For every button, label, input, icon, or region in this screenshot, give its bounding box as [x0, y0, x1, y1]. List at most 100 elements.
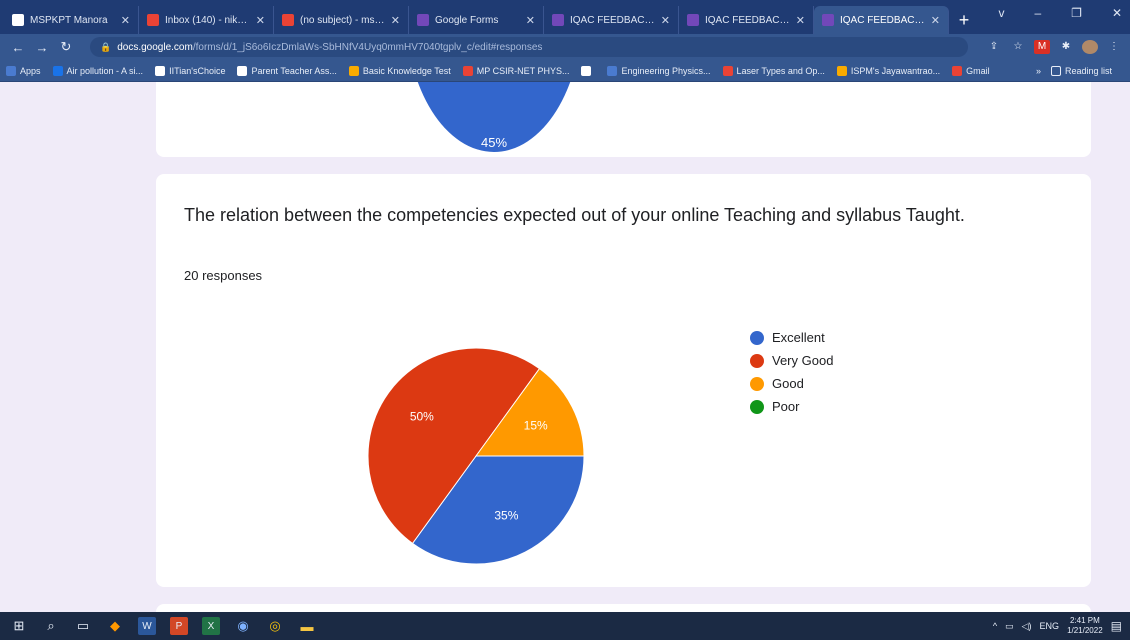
word-icon[interactable]: W — [138, 617, 156, 635]
tab-close-icon[interactable]: ✕ — [121, 14, 130, 27]
bookmark-item[interactable]: Engineering Physics... — [607, 65, 711, 76]
chrome-icon[interactable]: ◎ — [266, 617, 284, 635]
tab-close-icon[interactable]: ✕ — [931, 14, 940, 27]
legend-swatch — [750, 330, 764, 345]
forward-icon[interactable]: → — [32, 40, 52, 55]
bookmarks-bar: Apps Air pollution - A si... IITian'sChoic… — [0, 60, 1130, 82]
previous-question-card: 45% — [156, 82, 1091, 157]
form-responses-page: 45% The relation between the competencie… — [0, 82, 1130, 612]
pie-chart-svg: 35% 50% 15% — [367, 347, 585, 565]
star-icon[interactable]: ☆ — [1010, 40, 1026, 54]
bookmark-item[interactable]: MP CSIR-NET PHYS... — [462, 65, 569, 76]
puzzle-icon[interactable]: ✱ — [1058, 40, 1074, 54]
maximize-icon[interactable]: ❐ — [1071, 6, 1082, 20]
browser-tab[interactable]: MSPKPT Manora ✕ — [4, 6, 139, 34]
bookmark-favicon-icon — [462, 65, 473, 76]
browser-tab[interactable]: (no subject) - mspcrit... ✕ — [274, 6, 409, 34]
excel-icon[interactable]: X — [202, 617, 220, 635]
bookmark-label: Apps — [20, 65, 41, 76]
extension-icon[interactable]: M — [1034, 40, 1050, 54]
pie-chart: 35% 50% 15% — [356, 336, 596, 581]
bookmark-overflow-icon[interactable]: » — [1036, 66, 1041, 76]
bookmark-item[interactable]: Basic Knowledge Test — [348, 65, 451, 76]
address-bar[interactable]: 🔒 docs.google.com /forms/d/1_jS6o6IczDml… — [90, 37, 968, 57]
legend-item[interactable]: Poor — [750, 395, 833, 418]
chevron-up-icon[interactable]: ^ — [993, 621, 997, 631]
bookmark-item[interactable]: Apps — [6, 65, 41, 76]
bookmark-item[interactable]: Air pollution - A si... — [52, 65, 143, 76]
minimize-icon[interactable]: – — [1034, 6, 1041, 20]
browser-tab[interactable]: IQAC FEEDBACK ON ✕ — [679, 6, 814, 34]
bookmark-item[interactable]: Parent Teacher Ass... — [237, 65, 337, 76]
browser-tab[interactable]: Google Forms ✕ — [409, 6, 544, 34]
legend-item[interactable]: Very Good — [750, 349, 833, 372]
windows-start-icon[interactable]: ⊞ — [10, 617, 28, 635]
question-title: The relation between the competencies ex… — [184, 205, 965, 225]
legend-swatch — [750, 376, 764, 391]
bookmark-favicon-icon — [52, 65, 63, 76]
tab-favicon-icon — [12, 14, 24, 26]
close-icon[interactable]: ✕ — [1112, 6, 1122, 20]
pie-slice-label: 50% — [410, 410, 434, 424]
file-explorer-icon[interactable]: ▬ — [298, 617, 316, 635]
url-path: /forms/d/1_jS6o6IczDmlaWs-SbHNfV4Uyq0mmH… — [192, 41, 543, 53]
tab-label: IQAC FEEDBACK ON — [705, 14, 790, 26]
tab-close-icon[interactable]: ✕ — [391, 14, 400, 27]
volume-icon[interactable]: ◁) — [1022, 621, 1032, 632]
legend-label: Good — [772, 376, 804, 391]
tab-label: (no subject) - mspcrit... — [300, 14, 385, 26]
browser-toolbar: ← → ↻ 🔒 docs.google.com /forms/d/1_jS6o6… — [0, 34, 1130, 60]
system-tray: ^ ▭ ◁) ENG 2:41 PM 1/21/2022 ▤ — [993, 616, 1130, 636]
photos-icon[interactable]: ◉ — [234, 617, 252, 635]
new-tab-button[interactable]: + — [949, 6, 979, 34]
tab-label: Google Forms — [435, 14, 499, 26]
legend-item[interactable]: Excellent — [750, 326, 833, 349]
tab-close-icon[interactable]: ✕ — [796, 14, 805, 27]
tab-favicon-icon — [417, 14, 429, 26]
browser-tab[interactable]: Inbox (140) - nikhiltri... ✕ — [139, 6, 274, 34]
tab-favicon-icon — [687, 14, 699, 26]
bookmark-item[interactable]: ISPM's Jayawantrao... — [836, 65, 941, 76]
menu-icon[interactable]: ⋮ — [1106, 40, 1122, 54]
bookmark-label: ISPM's Jayawantrao... — [850, 65, 941, 76]
reading-list-button[interactable]: Reading list — [1050, 65, 1112, 76]
legend-label: Poor — [772, 399, 800, 414]
lock-icon: 🔒 — [100, 41, 112, 52]
bookmark-item[interactable]: Laser Types and Op... — [722, 65, 825, 76]
notification-icon[interactable]: ▤ — [1111, 619, 1122, 633]
reload-icon[interactable]: ↻ — [56, 39, 76, 55]
bookmark-item[interactable] — [581, 65, 595, 76]
bookmark-item[interactable]: IITian'sChoice — [155, 65, 226, 76]
bookmark-item[interactable]: Gmail — [952, 65, 990, 76]
tab-label: MSPKPT Manora — [30, 14, 108, 26]
bookmark-favicon-icon — [722, 65, 733, 76]
window-controls: v – ❐ ✕ — [998, 6, 1122, 20]
bookmark-label: IITian'sChoice — [169, 65, 226, 76]
tab-close-icon[interactable]: ✕ — [526, 14, 535, 27]
tab-close-icon[interactable]: ✕ — [256, 14, 265, 27]
tab-favicon-icon — [552, 14, 564, 26]
clock[interactable]: 2:41 PM 1/21/2022 — [1067, 616, 1103, 636]
bookmark-favicon-icon — [237, 65, 248, 76]
search-icon[interactable]: ⌕ — [42, 617, 60, 635]
share-icon[interactable]: ⇪ — [986, 40, 1002, 54]
bookmark-favicon-icon — [581, 65, 592, 76]
browser-tab[interactable]: IQAC FEEDBACK ON ✕ — [544, 6, 679, 34]
powerpoint-icon[interactable]: P — [170, 617, 188, 635]
legend-swatch — [750, 399, 764, 414]
battery-icon[interactable]: ▭ — [1005, 621, 1014, 632]
legend-item[interactable]: Good — [750, 372, 833, 395]
back-icon[interactable]: ← — [8, 40, 28, 55]
language-indicator[interactable]: ENG — [1040, 621, 1060, 631]
question-card: The relation between the competencies ex… — [156, 174, 1091, 587]
task-view-icon[interactable]: ▭ — [74, 617, 92, 635]
tab-close-icon[interactable]: ✕ — [661, 14, 670, 27]
avatar[interactable] — [1082, 40, 1098, 54]
bookmark-label: Basic Knowledge Test — [362, 65, 451, 76]
browser-tab[interactable]: IQAC FEEDBACK ON ✕ — [814, 6, 949, 34]
app-icon[interactable]: ◆ — [106, 617, 124, 635]
tab-search-icon[interactable]: v — [998, 6, 1004, 20]
previous-pie-label: 45% — [481, 135, 507, 150]
previous-pie-chart: 45% — [417, 82, 571, 152]
bookmark-favicon-icon — [6, 65, 16, 76]
